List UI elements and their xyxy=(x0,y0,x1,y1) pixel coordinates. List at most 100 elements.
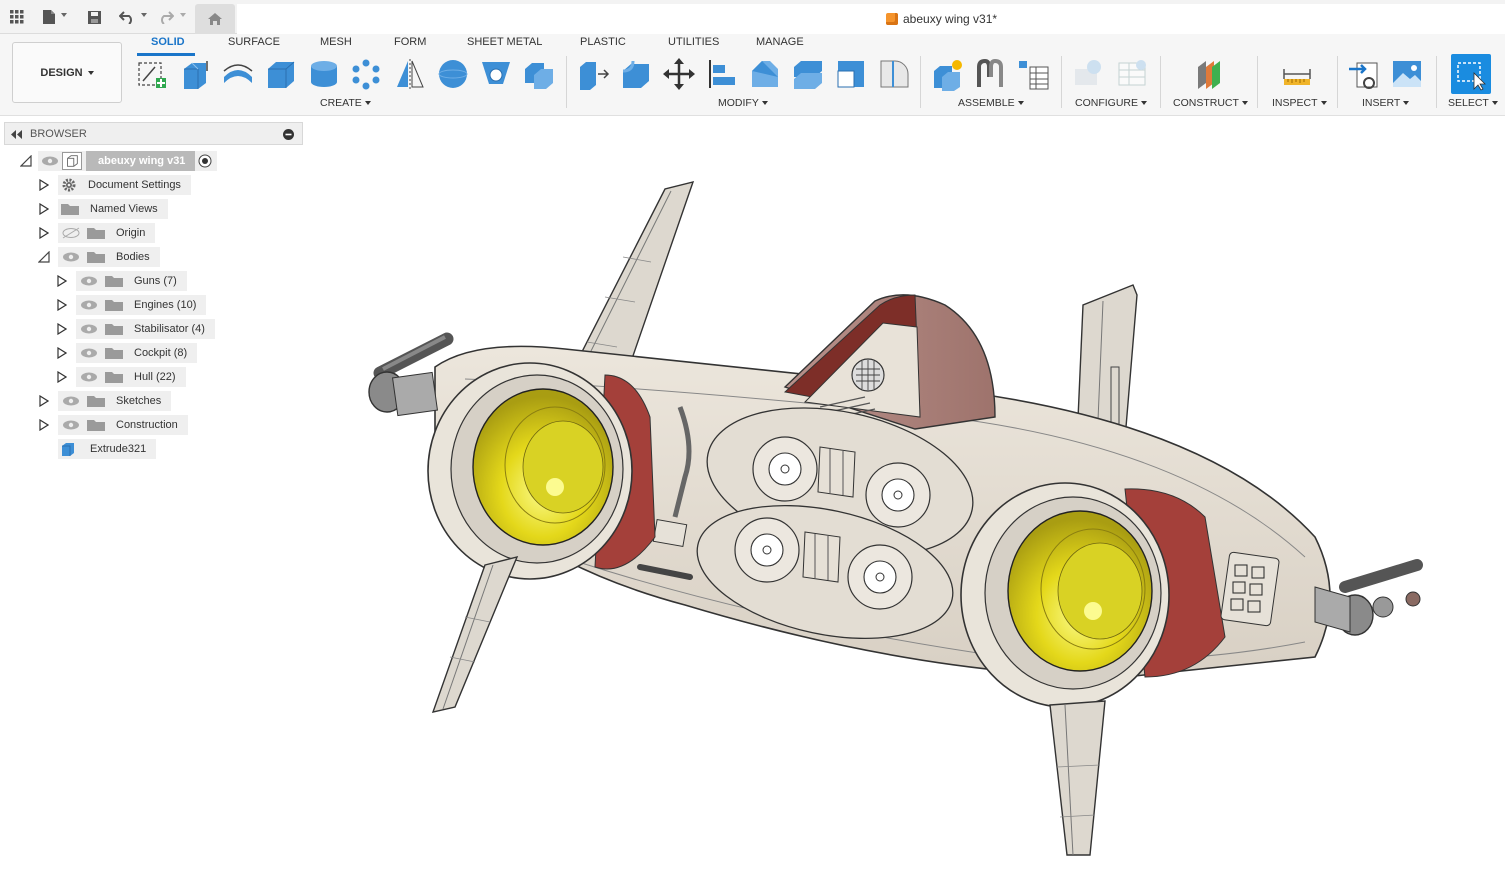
expanded-triangle-icon[interactable] xyxy=(20,155,32,167)
chamfer-icon[interactable] xyxy=(747,56,783,92)
create-menu[interactable]: CREATE xyxy=(320,97,371,109)
home-tab[interactable] xyxy=(195,4,235,34)
assemble-menu[interactable]: ASSEMBLE xyxy=(958,97,1024,109)
eye-icon[interactable] xyxy=(78,371,100,383)
save-icon[interactable] xyxy=(83,7,105,27)
folder-icon xyxy=(105,372,123,383)
tree-item-stabilisator[interactable]: Stabilisator (4) xyxy=(76,319,215,339)
tree-item-named-views[interactable]: Named Views xyxy=(58,199,168,219)
select-icon[interactable] xyxy=(1451,54,1491,94)
file-menu-caret-icon[interactable] xyxy=(61,13,67,17)
eye-icon[interactable] xyxy=(38,155,62,167)
shell-icon[interactable] xyxy=(790,56,826,92)
tree-item-engines[interactable]: Engines (10) xyxy=(76,295,207,315)
new-component-icon[interactable] xyxy=(929,56,965,92)
eye-icon[interactable] xyxy=(60,395,82,407)
eye-icon[interactable] xyxy=(60,251,82,263)
configure-menu[interactable]: CONFIGURE xyxy=(1075,97,1147,109)
align-icon[interactable] xyxy=(704,56,740,92)
collapsed-triangle-icon[interactable] xyxy=(57,347,67,359)
app-grid-icon[interactable] xyxy=(6,7,28,27)
sphere-icon[interactable] xyxy=(435,56,471,92)
insert-derive-icon[interactable] xyxy=(1346,56,1382,92)
tab-surface[interactable]: SURFACE xyxy=(228,36,280,48)
chevron-down-icon xyxy=(1403,101,1410,105)
offset-plane-icon[interactable] xyxy=(1191,56,1227,92)
combine-icon[interactable] xyxy=(521,56,557,92)
spaceship-model[interactable] xyxy=(305,117,1505,882)
tree-item-sketches[interactable]: Sketches xyxy=(58,391,172,411)
bill-of-materials-icon[interactable] xyxy=(1015,56,1051,92)
eye-icon[interactable] xyxy=(60,419,82,431)
document-tab[interactable] xyxy=(237,4,1505,34)
minus-circle-icon[interactable] xyxy=(283,129,294,140)
insert-canvas-icon[interactable] xyxy=(1389,56,1425,92)
press-pull-icon[interactable] xyxy=(575,56,611,92)
extrude-icon[interactable] xyxy=(177,56,213,92)
mirror-icon[interactable] xyxy=(392,56,428,92)
split-face-icon[interactable] xyxy=(876,56,912,92)
insert-menu[interactable]: INSERT xyxy=(1362,97,1410,109)
collapsed-triangle-icon[interactable] xyxy=(39,179,49,191)
modify-menu[interactable]: MODIFY xyxy=(718,97,768,109)
collapse-panel-icon[interactable] xyxy=(11,130,23,139)
cylinder-icon[interactable] xyxy=(306,56,342,92)
tab-utilities[interactable]: UTILITIES xyxy=(668,36,719,48)
collapsed-triangle-icon[interactable] xyxy=(39,203,49,215)
tree-item-cockpit[interactable]: Cockpit (8) xyxy=(76,343,198,363)
expanded-triangle-icon[interactable] xyxy=(38,251,50,263)
configure-table-icon[interactable] xyxy=(1114,56,1150,92)
collapsed-triangle-icon[interactable] xyxy=(39,395,49,407)
tab-sheet-metal[interactable]: SHEET METAL xyxy=(467,36,542,48)
scale-icon[interactable] xyxy=(833,56,869,92)
joint-icon[interactable] xyxy=(972,56,1008,92)
inspect-menu[interactable]: INSPECT xyxy=(1272,97,1327,109)
activate-radio-icon[interactable] xyxy=(195,153,215,169)
tab-plastic[interactable]: PLASTIC xyxy=(580,36,626,48)
tab-form[interactable]: FORM xyxy=(394,36,426,48)
revolve-icon[interactable] xyxy=(220,56,256,92)
move-icon[interactable] xyxy=(661,56,697,92)
collapsed-triangle-icon[interactable] xyxy=(57,299,67,311)
viewport-canvas[interactable] xyxy=(305,117,1505,882)
file-menu-icon[interactable] xyxy=(38,7,60,27)
fillet-icon[interactable] xyxy=(618,56,654,92)
gear-icon xyxy=(62,178,76,192)
tree-item-origin[interactable]: Origin xyxy=(58,223,156,243)
collapsed-triangle-icon[interactable] xyxy=(57,323,67,335)
create-sketch-icon[interactable] xyxy=(134,56,170,92)
tree-item-bodies[interactable]: Bodies xyxy=(58,247,160,267)
undo-caret-icon[interactable] xyxy=(141,13,147,17)
workspace-switcher[interactable]: DESIGN xyxy=(12,42,122,103)
pattern-icon[interactable] xyxy=(348,56,384,92)
collapsed-triangle-icon[interactable] xyxy=(57,371,67,383)
tab-manage[interactable]: MANAGE xyxy=(756,36,804,48)
eye-hidden-icon[interactable] xyxy=(60,227,82,239)
tab-mesh[interactable]: MESH xyxy=(320,36,352,48)
create-menu-label: CREATE xyxy=(320,97,362,109)
collapsed-triangle-icon[interactable] xyxy=(39,419,49,431)
collapsed-triangle-icon[interactable] xyxy=(57,275,67,287)
tree-item-construction[interactable]: Construction xyxy=(58,415,188,435)
redo-caret-icon[interactable] xyxy=(180,13,186,17)
eye-icon[interactable] xyxy=(78,299,100,311)
eye-icon[interactable] xyxy=(78,275,100,287)
construct-menu[interactable]: CONSTRUCT xyxy=(1173,97,1248,109)
configure-parameters-icon[interactable] xyxy=(1071,56,1107,92)
tree-item-extrude[interactable]: Extrude321 xyxy=(58,439,157,459)
redo-icon[interactable] xyxy=(155,7,177,27)
tree-root[interactable]: abeuxy wing v31 xyxy=(38,151,218,171)
eye-icon[interactable] xyxy=(78,347,100,359)
measure-icon[interactable] xyxy=(1279,56,1315,92)
tree-item-document-settings[interactable]: Document Settings xyxy=(58,175,191,195)
tree-item-hull[interactable]: Hull (22) xyxy=(76,367,186,387)
select-menu[interactable]: SELECT xyxy=(1448,97,1498,109)
collapsed-triangle-icon[interactable] xyxy=(39,227,49,239)
tab-solid[interactable]: SOLID xyxy=(151,36,185,48)
loft-icon[interactable] xyxy=(478,56,514,92)
undo-icon[interactable] xyxy=(116,7,138,27)
tree-item-guns[interactable]: Guns (7) xyxy=(76,271,187,291)
eye-icon[interactable] xyxy=(78,323,100,335)
tree-item-label: Construction xyxy=(116,419,178,431)
box-icon[interactable] xyxy=(263,56,299,92)
